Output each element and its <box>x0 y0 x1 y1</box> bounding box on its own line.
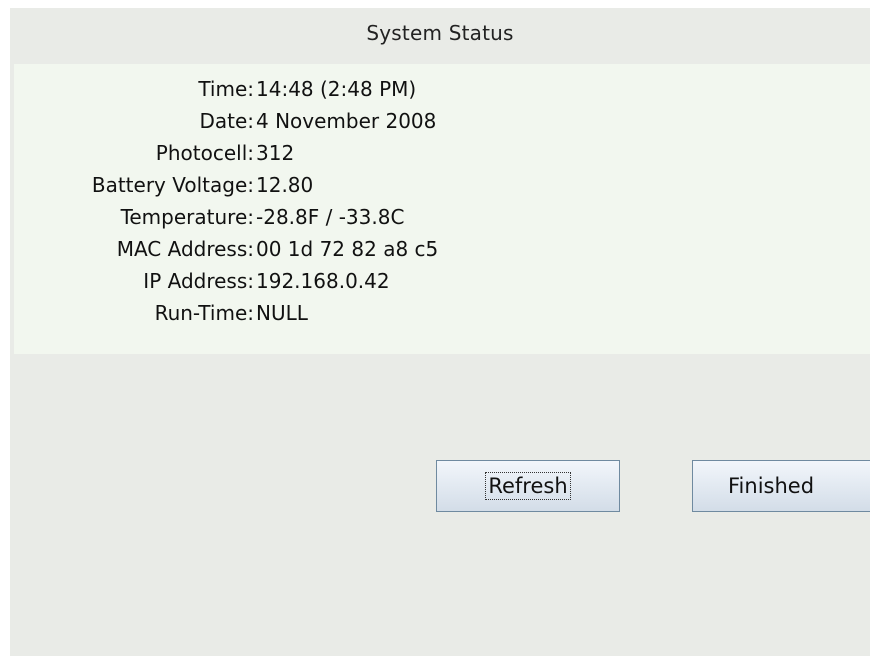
status-label: MAC Address: <box>116 237 254 261</box>
status-value: 12.80 <box>256 173 314 197</box>
status-row-date: Date: 4 November 2008 <box>14 108 870 134</box>
page-title: System Status <box>366 21 514 45</box>
status-value: 4 November 2008 <box>256 109 437 133</box>
status-value: -28.8F / -33.8C <box>256 205 405 229</box>
finished-button-label: Finished <box>728 474 815 498</box>
status-row-ip-address: IP Address: 192.168.0.42 <box>14 268 870 294</box>
status-value: 00 1d 72 82 a8 c5 <box>256 237 439 261</box>
finished-button[interactable]: Finished <box>692 460 870 512</box>
status-row-photocell: Photocell: 312 <box>14 140 870 166</box>
status-label: Photocell: <box>155 141 254 165</box>
status-row-temperature: Temperature: -28.8F / -33.8C <box>14 204 870 230</box>
status-row-mac-address: MAC Address: 00 1d 72 82 a8 c5 <box>14 236 870 262</box>
refresh-button-label: Refresh <box>485 472 571 500</box>
status-label: Date: <box>199 109 254 133</box>
status-label: Temperature: <box>120 205 254 229</box>
status-row-time: Time: 14:48 (2:48 PM) <box>14 76 870 102</box>
refresh-button[interactable]: Refresh <box>436 460 620 512</box>
status-label: Run-Time: <box>154 301 254 325</box>
system-status-panel: System Status Time: 14:48 (2:48 PM) Date… <box>10 8 870 656</box>
status-value: 14:48 (2:48 PM) <box>256 77 417 101</box>
status-label: IP Address: <box>143 269 254 293</box>
status-value: NULL <box>256 301 308 325</box>
status-value: 312 <box>256 141 295 165</box>
status-row-run-time: Run-Time: NULL <box>14 300 870 326</box>
status-info-box: Time: 14:48 (2:48 PM) Date: 4 November 2… <box>14 64 870 354</box>
status-value: 192.168.0.42 <box>256 269 390 293</box>
status-label: Battery Voltage: <box>91 173 254 197</box>
header-bar: System Status <box>10 8 870 64</box>
status-label: Time: <box>198 77 254 101</box>
status-row-battery-voltage: Battery Voltage: 12.80 <box>14 172 870 198</box>
